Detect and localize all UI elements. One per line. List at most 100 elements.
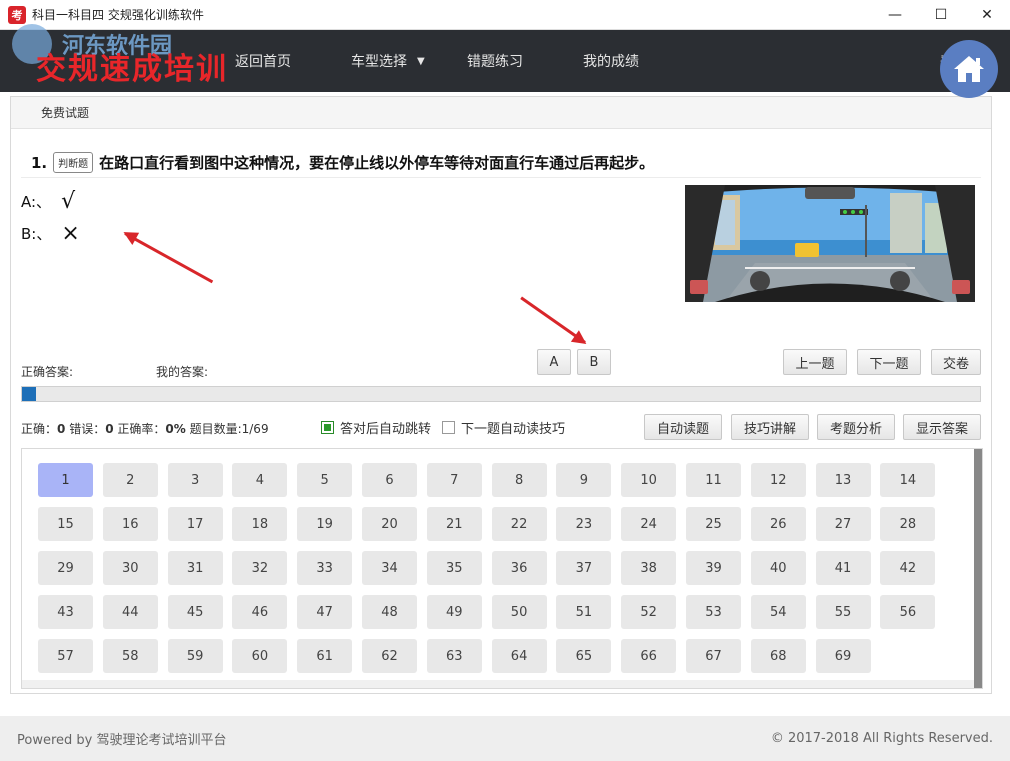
question-analysis-button[interactable]: 考题分析	[817, 414, 895, 440]
option-a[interactable]: A:、 √	[21, 189, 75, 214]
answer-b-button[interactable]: B	[577, 349, 611, 375]
question-number-cell[interactable]: 62	[361, 639, 417, 673]
nav-my-scores[interactable]: 我的成绩	[583, 30, 639, 92]
question-number-cell[interactable]: 12	[750, 463, 806, 497]
question-number-cell[interactable]: 35	[426, 551, 482, 585]
question-number-cell[interactable]: 44	[102, 595, 158, 629]
question-number-cell[interactable]: 9	[556, 463, 612, 497]
question-number-cell[interactable]: 61	[297, 639, 353, 673]
exam-panel: 免费试题 1. 判断题 在路口直行看到图中这种情况，要在停止线以外停车等待对面直…	[10, 96, 992, 694]
question-number-cell[interactable]: 42	[880, 551, 936, 585]
answer-a-button[interactable]: A	[537, 349, 571, 375]
maximize-button[interactable]: ☐	[918, 0, 964, 30]
question-number-cell[interactable]: 2	[102, 463, 158, 497]
question-number-cell[interactable]: 54	[750, 595, 806, 629]
question-number-cell[interactable]: 30	[102, 551, 158, 585]
auto-read-question-button[interactable]: 自动读题	[644, 414, 722, 440]
question-number-cell[interactable]: 59	[167, 639, 223, 673]
question-number-cell[interactable]: 36	[491, 551, 547, 585]
question-number-cell[interactable]: 17	[167, 507, 223, 541]
question-number-cell[interactable]: 51	[556, 595, 612, 629]
question-number-cell[interactable]: 66	[621, 639, 677, 673]
question-number-cell[interactable]: 29	[38, 551, 93, 585]
vertical-scrollbar[interactable]	[974, 449, 982, 688]
question-number-cell[interactable]: 69	[815, 639, 871, 673]
nav-vehicle-type[interactable]: 车型选择 ▼	[351, 30, 425, 92]
question-number-cell[interactable]: 57	[38, 639, 93, 673]
minimize-button[interactable]: —	[872, 0, 918, 30]
next-question-button[interactable]: 下一题	[857, 349, 921, 375]
question-number-cell[interactable]: 1	[38, 463, 93, 497]
question-number-cell[interactable]: 20	[361, 507, 417, 541]
question-number-cell[interactable]: 6	[361, 463, 417, 497]
question-number-cell[interactable]: 24	[621, 507, 677, 541]
show-answer-button[interactable]: 显示答案	[903, 414, 981, 440]
question-number-cell[interactable]: 22	[491, 507, 547, 541]
question-number-cell[interactable]: 40	[750, 551, 806, 585]
question-number-cell[interactable]: 3	[167, 463, 223, 497]
question-number-cell[interactable]: 11	[685, 463, 741, 497]
question-number-cell[interactable]: 65	[556, 639, 612, 673]
nav-wrong-questions[interactable]: 错题练习	[467, 30, 523, 92]
question-number-cell[interactable]: 10	[621, 463, 677, 497]
question-number-cell[interactable]: 68	[750, 639, 806, 673]
close-button[interactable]: ✕	[964, 0, 1010, 30]
question-number-cell[interactable]: 53	[685, 595, 741, 629]
question-number-cell[interactable]: 16	[102, 507, 158, 541]
question-number-cell[interactable]: 21	[426, 507, 482, 541]
question-number-cell[interactable]: 7	[426, 463, 482, 497]
question-number-cell[interactable]: 14	[880, 463, 936, 497]
question-number-cell[interactable]: 25	[685, 507, 741, 541]
question-number-cell[interactable]: 39	[685, 551, 741, 585]
brand-logo: 交规速成培训	[36, 52, 228, 87]
question-number-cell[interactable]: 48	[361, 595, 417, 629]
question-number-cell[interactable]: 58	[102, 639, 158, 673]
question-number-cell[interactable]: 13	[815, 463, 871, 497]
top-navbar: 河东软件园 交规速成培训 返回首页 车型选择 ▼ 错题练习 我的成绩 登	[0, 24, 1010, 92]
question-number-cell[interactable]: 50	[491, 595, 547, 629]
question-line: 1. 判断题 在路口直行看到图中这种情况，要在停止线以外停车等待对面直行车通过后…	[31, 152, 654, 173]
question-number-cell[interactable]: 37	[556, 551, 612, 585]
question-number-cell[interactable]: 49	[426, 595, 482, 629]
auto-read-toggle[interactable]: 下一题自动读技巧	[442, 418, 565, 437]
question-number-cell[interactable]: 27	[815, 507, 871, 541]
question-number-cell[interactable]: 60	[232, 639, 288, 673]
question-number-cell[interactable]: 34	[361, 551, 417, 585]
question-number-cell[interactable]: 8	[491, 463, 547, 497]
question-number-cell[interactable]: 23	[556, 507, 612, 541]
question-number-cell[interactable]: 45	[167, 595, 223, 629]
footer-copyright: © 2017-2018 All Rights Reserved.	[770, 731, 993, 746]
question-number-cell[interactable]: 4	[232, 463, 288, 497]
question-number-cell[interactable]: 52	[621, 595, 677, 629]
question-number-cell[interactable]: 33	[297, 551, 353, 585]
question-number-cell[interactable]: 19	[297, 507, 353, 541]
question-number-cell[interactable]: 56	[880, 595, 936, 629]
nav-home[interactable]: 返回首页	[235, 30, 291, 92]
question-number-cell[interactable]: 15	[38, 507, 93, 541]
prev-question-button[interactable]: 上一题	[783, 349, 847, 375]
question-number-cell[interactable]: 46	[232, 595, 288, 629]
question-type-tag: 判断题	[53, 152, 94, 173]
question-number-cell[interactable]: 18	[232, 507, 288, 541]
home-button[interactable]	[940, 40, 998, 98]
question-number-cell[interactable]: 43	[38, 595, 93, 629]
question-number-cell[interactable]: 63	[426, 639, 482, 673]
question-number-cell[interactable]: 67	[685, 639, 741, 673]
question-number-cell[interactable]: 28	[880, 507, 936, 541]
option-b[interactable]: B:、 ×	[21, 221, 80, 246]
horizontal-scrollbar[interactable]	[22, 680, 974, 688]
question-number-cell[interactable]: 31	[167, 551, 223, 585]
question-number-cell[interactable]: 26	[750, 507, 806, 541]
auto-jump-toggle[interactable]: 答对后自动跳转	[321, 418, 431, 437]
question-image	[685, 185, 975, 302]
question-number-cell[interactable]: 64	[491, 639, 547, 673]
question-number-cell[interactable]: 41	[815, 551, 871, 585]
question-number-cell[interactable]: 55	[815, 595, 871, 629]
submit-exam-button[interactable]: 交卷	[931, 349, 981, 375]
my-answer-label: 我的答案:	[156, 365, 209, 379]
question-number-cell[interactable]: 32	[232, 551, 288, 585]
question-number-cell[interactable]: 5	[297, 463, 353, 497]
question-number-cell[interactable]: 47	[297, 595, 353, 629]
tip-explain-button[interactable]: 技巧讲解	[731, 414, 809, 440]
question-number-cell[interactable]: 38	[621, 551, 677, 585]
